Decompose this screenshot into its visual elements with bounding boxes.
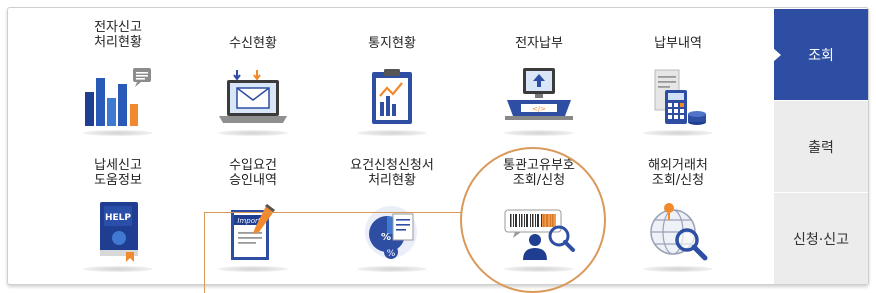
tab-print[interactable]: 출력 (774, 100, 868, 193)
help-book-icon: HELP (100, 202, 138, 262)
menu-item-requirement-application-status[interactable]: 요건신청신청서 처리현황 % % (317, 152, 467, 280)
menu-panel: 전자신고 처리현황 수신현황 통지현황 전자납부 </> 납부내역 납세신고 도… (7, 7, 869, 285)
menu-item-e-payment[interactable]: 전자납부 </> (464, 14, 614, 142)
import-document-pen-icon: Import (231, 204, 275, 260)
globe-search-icon (650, 203, 708, 261)
icon-shadow (218, 266, 288, 272)
menu-item-import-approval[interactable]: 수입요건 승인내역 Import (178, 152, 328, 280)
icon-shadow (357, 130, 427, 136)
menu-item-notice-status[interactable]: 통지현황 (317, 14, 467, 142)
tab-label: 조회 (808, 48, 834, 64)
menu-item-e-filing-status[interactable]: 전자신고 처리현황 (43, 14, 193, 142)
icon-shadow (357, 266, 427, 272)
svg-text:</>: </> (532, 105, 546, 113)
icon-shadow (83, 266, 153, 272)
side-tab-bar: 조회 출력 신청·신고 (773, 8, 868, 284)
menu-grid: 전자신고 처리현황 수신현황 통지현황 전자납부 </> 납부내역 납세신고 도… (8, 8, 773, 284)
percent-text: % (387, 249, 396, 259)
menu-item-label: 수신현황 (229, 36, 277, 51)
receipt-calculator-coins-icon (654, 69, 706, 125)
laptop-mail-icon (219, 70, 287, 123)
callout-line (204, 212, 205, 293)
percent-document-icon: % % (365, 206, 417, 259)
tab-inquiry[interactable]: 조회 (773, 8, 868, 101)
menu-item-label: 납세신고 도움정보 (94, 158, 142, 188)
menu-item-overseas-partner-lookup[interactable]: 해외거래처 조회/신청 (603, 152, 753, 280)
help-text: HELP (105, 213, 131, 223)
percent-text: % (381, 232, 391, 243)
tab-label: 출력 (808, 140, 834, 156)
menu-item-label: 납부내역 (654, 36, 702, 51)
menu-item-label: 요건신청신청서 처리현황 (350, 158, 434, 188)
bar-chart-message-icon (85, 68, 151, 126)
menu-item-label: 수입요건 승인내역 (229, 158, 277, 188)
icon-shadow (643, 266, 713, 272)
computer-payment-icon: </> (505, 68, 573, 120)
menu-item-label: 전자신고 처리현황 (94, 20, 142, 50)
active-tab-arrow-icon (773, 48, 781, 62)
clipboard-chart-icon (372, 69, 412, 124)
tab-application-report[interactable]: 신청·신고 (774, 192, 868, 284)
menu-item-label: 해외거래처 조회/신청 (648, 158, 708, 188)
menu-item-label: 통지현황 (368, 36, 416, 51)
icon-shadow (504, 130, 574, 136)
menu-item-tax-filing-help[interactable]: 납세신고 도움정보 HELP (43, 152, 193, 280)
icon-shadow (218, 130, 288, 136)
menu-item-payment-history[interactable]: 납부내역 (603, 14, 753, 142)
menu-item-label: 전자납부 (515, 36, 563, 51)
highlight-circle (460, 147, 606, 293)
callout-line (204, 212, 462, 213)
icon-shadow (83, 130, 153, 136)
icon-shadow (643, 130, 713, 136)
menu-item-receipt-status[interactable]: 수신현황 (178, 14, 328, 142)
tab-label: 신청·신고 (793, 232, 849, 248)
